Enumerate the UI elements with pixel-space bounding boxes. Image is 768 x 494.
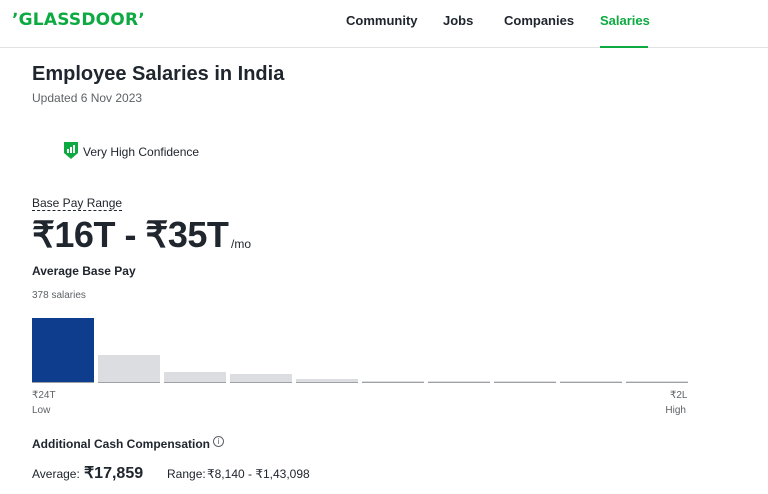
confidence-shield-icon: [64, 142, 78, 159]
base-pay-range-value: ₹16T - ₹35T: [32, 214, 229, 255]
histogram-bar-baseline: [32, 382, 94, 383]
page-title: Employee Salaries in India: [32, 63, 285, 85]
histogram-bar: [164, 372, 226, 382]
updated-date: Updated 6 Nov 2023: [32, 91, 143, 105]
nav-jobs[interactable]: Jobs: [443, 0, 473, 48]
additional-cash-average-value: ₹17,859: [84, 465, 144, 482]
nav-companies[interactable]: Companies: [504, 0, 574, 48]
nav-salaries[interactable]: Salaries: [600, 0, 650, 48]
histogram-low-label: Low: [32, 405, 51, 416]
additional-cash-range-value: ₹8,140 - ₹1,43,098: [207, 467, 310, 481]
base-pay-unit: /mo: [231, 237, 252, 251]
histogram-bar-baseline: [428, 382, 490, 383]
nav-community[interactable]: Community: [346, 0, 418, 48]
confidence-label: Very High Confidence: [83, 145, 200, 159]
histogram-high-label: High: [665, 405, 686, 416]
histogram-bar-baseline: [362, 382, 424, 383]
glassdoor-logo[interactable]: ʼGLASSDOORʼ: [12, 10, 145, 30]
base-pay-range-label[interactable]: Base Pay Range: [32, 196, 123, 211]
average-base-pay-label: Average Base Pay: [32, 264, 136, 278]
histogram-bar-baseline: [98, 382, 160, 383]
histogram-bar: [32, 318, 94, 382]
top-navigation-bar: ʼGLASSDOORʼ Community Jobs Companies Sal…: [0, 0, 768, 48]
info-icon[interactable]: i: [213, 436, 224, 447]
histogram-bar-baseline: [296, 382, 358, 383]
histogram-bar-baseline: [494, 382, 556, 383]
additional-cash-range-label: Range:: [167, 467, 206, 481]
salary-count: 378 salaries: [32, 290, 86, 301]
histogram-bar: [230, 374, 292, 382]
salary-histogram: [32, 310, 688, 383]
histogram-high-value: ₹2L: [670, 390, 688, 401]
histogram-bar-baseline: [164, 382, 226, 383]
histogram-bar-baseline: [626, 382, 688, 383]
additional-cash-label: Additional Cash Compensation: [32, 437, 211, 451]
histogram-bar-baseline: [230, 382, 292, 383]
additional-cash-average-label: Average:: [32, 467, 80, 481]
histogram-bar-baseline: [560, 382, 622, 383]
histogram-bar: [98, 355, 160, 382]
histogram-low-value: ₹24T: [32, 390, 56, 401]
